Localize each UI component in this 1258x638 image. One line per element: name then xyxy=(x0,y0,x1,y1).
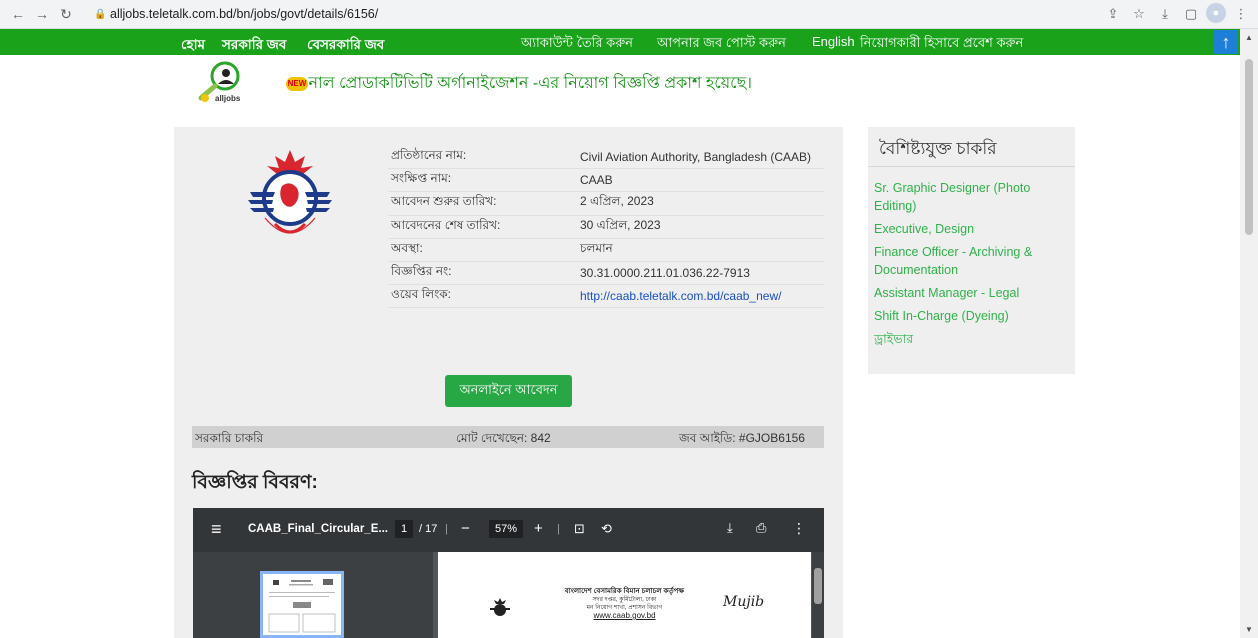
notice-details-title: বিজ্ঞপ্তির বিবরণ: xyxy=(192,472,318,493)
featured-jobs-list: Sr. Graphic Designer (Photo Editing) Exe… xyxy=(868,167,1075,348)
views-count: মোট দেখেছেন: 842 xyxy=(456,431,551,445)
zoom-out-icon[interactable]: − xyxy=(461,520,470,537)
short-name-value: CAAB xyxy=(580,173,613,188)
pdf-download-icon[interactable]: ⤓ xyxy=(727,520,733,536)
featured-jobs-sidebar: বৈশিষ্ট্যযুক্ত চাকরি Sr. Graphic Designe… xyxy=(868,127,1075,374)
new-badge: NEW xyxy=(286,76,308,91)
pdf-panel-scrollbar[interactable] xyxy=(425,552,433,638)
nav-govt-jobs-link[interactable]: সরকারি জব xyxy=(222,34,286,57)
nav-create-account-link[interactable]: অ্যাকাউন্ট তৈরি করুন xyxy=(521,34,633,55)
notice-no-value: 30.31.0000.211.01.036.22-7913 xyxy=(580,266,750,281)
zoom-in-icon[interactable]: + xyxy=(534,520,543,537)
job-meta-bar: সরকারি চাকরি মোট দেখেছেন: 842 জব আইডি: #… xyxy=(192,426,824,448)
forward-arrow-icon[interactable]: → xyxy=(30,2,54,26)
browser-toolbar: ← → ↻ 🔒 alljobs.teletalk.com.bd/bn/jobs/… xyxy=(0,0,1258,29)
nav-english-link[interactable]: English xyxy=(812,34,855,49)
pdf-more-icon[interactable]: ⋮ xyxy=(792,520,806,537)
top-navbar: হোম সরকারি জব বেসরকারি জব অ্যাকাউন্ট তৈর… xyxy=(0,29,1240,55)
pdf-header-site: www.caab.gov.bd xyxy=(593,611,656,620)
featured-job-link[interactable]: Shift In-Charge (Dyeing) xyxy=(874,307,1069,325)
download-icon[interactable]: ⤓ xyxy=(1154,3,1176,25)
end-date-label: আবেদনের শেষ তারিখ: xyxy=(391,217,501,232)
arrow-up-icon[interactable]: ↑ xyxy=(1214,30,1238,54)
menu-kebab-icon[interactable]: ⋮ xyxy=(1230,3,1252,25)
start-date-value: 2 এপ্রিল, 2023 xyxy=(580,194,654,209)
pdf-page-input[interactable]: 1 xyxy=(395,520,413,538)
scrollbar-thumb[interactable] xyxy=(1245,59,1253,235)
share-icon[interactable]: ⇪ xyxy=(1102,3,1124,25)
status-label: অবস্থা: xyxy=(391,240,423,255)
notice-no-label: বিজ্ঞপ্তির নং: xyxy=(391,264,452,279)
notice-ticker[interactable]: NEW নাল প্রোডাকটিভিটি অর্গানাইজেশন -এর ন… xyxy=(286,70,752,97)
rotate-icon[interactable]: ⟲ xyxy=(601,521,612,537)
apply-online-button[interactable]: অনলাইনে আবেদন xyxy=(445,375,572,407)
nav-private-jobs-link[interactable]: বেসরকারি জব xyxy=(307,34,384,57)
info-row-web-link: ওয়েব লিংক: http://caab.teletalk.com.bd/… xyxy=(388,285,824,309)
pdf-scrollbar[interactable] xyxy=(812,552,824,638)
nav-post-job-link[interactable]: আপনার জব পোস্ট করুন xyxy=(657,34,786,55)
featured-job-link[interactable]: Executive, Design xyxy=(874,220,1069,238)
info-row-start-date: আবেদন শুরুর তারিখ: 2 এপ্রিল, 2023 xyxy=(388,192,824,216)
info-row-end-date: আবেদনের শেষ তারিখ: 30 এপ্রিল, 2023 xyxy=(388,216,824,239)
profile-avatar-icon[interactable]: ● xyxy=(1206,3,1226,23)
reload-icon[interactable]: ↻ xyxy=(54,2,78,26)
job-id-text: জব আইডি: #GJOB6156 xyxy=(679,431,805,445)
short-name-label: সংক্ষিপ্ত নাম: xyxy=(391,171,452,186)
info-row-org: প্রতিষ্ঠানের নাম: Civil Aviation Authori… xyxy=(388,146,824,170)
url-text[interactable]: alljobs.teletalk.com.bd/bn/jobs/govt/det… xyxy=(110,7,378,21)
print-icon[interactable]: ⎙ xyxy=(756,520,766,536)
job-info-table: প্রতিষ্ঠানের নাম: Civil Aviation Authori… xyxy=(388,146,824,309)
end-date-value: 30 এপ্রিল, 2023 xyxy=(580,217,661,232)
address-bar[interactable]: 🔒 alljobs.teletalk.com.bd/bn/jobs/govt/d… xyxy=(94,7,378,21)
back-arrow-icon[interactable]: ← xyxy=(6,2,30,26)
bookmark-star-icon[interactable]: ☆ xyxy=(1128,3,1150,25)
lock-icon: 🔒 xyxy=(94,8,107,20)
info-row-short-name: সংক্ষিপ্ত নাম: CAAB xyxy=(388,169,824,193)
nav-employer-login-link[interactable]: নিয়োগকারী হিসাবে প্রবেশ করুন xyxy=(860,34,1023,55)
featured-job-link[interactable]: Finance Officer - Archiving & Documentat… xyxy=(874,243,1069,279)
scroll-up-icon[interactable]: ▲ xyxy=(1245,33,1253,42)
start-date-label: আবেদন শুরুর তারিখ: xyxy=(391,194,497,209)
page-scrollbar[interactable]: ▲ ▼ xyxy=(1240,29,1258,638)
featured-job-link[interactable]: Assistant Manager - Legal xyxy=(874,284,1069,302)
caab-emblem xyxy=(245,148,335,244)
info-row-status: অবস্থা: চলমান xyxy=(388,239,824,262)
pdf-toolbar: ≡ CAAB_Final_Circular_E... 1 / 17 | − 57… xyxy=(193,508,824,552)
fit-page-icon[interactable]: ⊡ xyxy=(574,521,585,537)
ticker-text[interactable]: নাল প্রোডাকটিভিটি অর্গানাইজেশন -এর নিয়ো… xyxy=(308,75,752,92)
mujib-logo: Mujib xyxy=(723,594,765,610)
sidebar-title: বৈশিষ্ট্যযুক্ত চাকরি xyxy=(868,127,1075,167)
pdf-page-total: / 17 xyxy=(419,523,438,535)
org-label: প্রতিষ্ঠানের নাম: xyxy=(391,148,467,163)
pdf-zoom-input[interactable]: 57% xyxy=(489,520,523,538)
separator: | xyxy=(557,523,560,535)
logo-text: alljobs xyxy=(215,94,241,103)
category-text: সরকারি চাকরি xyxy=(195,431,264,445)
pdf-scrollbar-thumb[interactable] xyxy=(814,568,822,604)
org-value: Civil Aviation Authority, Bangladesh (CA… xyxy=(580,150,812,165)
pdf-page-thumbnail[interactable] xyxy=(260,571,344,638)
pdf-viewer[interactable]: ≡ CAAB_Final_Circular_E... 1 / 17 | − 57… xyxy=(193,508,824,638)
hamburger-menu-icon[interactable]: ≡ xyxy=(211,519,222,540)
web-link-label: ওয়েব লিংক: xyxy=(391,287,452,302)
featured-job-link[interactable]: Sr. Graphic Designer (Photo Editing) xyxy=(874,179,1069,215)
side-panel-icon[interactable]: ▢ xyxy=(1180,3,1202,25)
web-link[interactable]: http://caab.teletalk.com.bd/caab_new/ xyxy=(580,289,781,303)
featured-job-link[interactable]: ড্রাইভার xyxy=(874,330,1069,348)
status-value: চলমান xyxy=(580,240,613,255)
alljobs-logo[interactable]: alljobs xyxy=(195,60,250,105)
info-row-notice-no: বিজ্ঞপ্তির নং: 30.31.0000.211.01.036.22-… xyxy=(388,262,824,286)
scroll-down-icon[interactable]: ▼ xyxy=(1245,625,1253,634)
separator: | xyxy=(445,523,448,535)
nav-home-link[interactable]: হোম xyxy=(181,34,205,57)
pdf-filename: CAAB_Final_Circular_E... xyxy=(248,523,388,535)
pdf-page: বাংলাদেশ বেসামরিক বিমান চলাচল কর্তৃপক্ষ … xyxy=(438,552,811,638)
